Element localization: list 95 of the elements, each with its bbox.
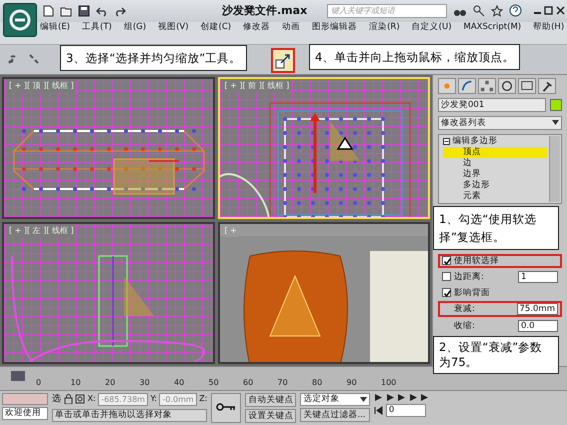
modifier-list-dropdown[interactable]: 修改器列表 <box>438 116 562 130</box>
new-file-icon[interactable] <box>42 4 54 17</box>
transform-mode-icon[interactable] <box>75 394 85 404</box>
check-icon <box>443 257 452 266</box>
modifier-item[interactable]: 编辑多边形 <box>452 136 498 147</box>
callout-note: 3、选择“选择并均匀缩放”工具。 <box>60 45 248 71</box>
menu-item[interactable]: 组(G) <box>124 22 146 33</box>
set-key-mode-button[interactable] <box>211 392 242 423</box>
field-label: 边距离: <box>454 272 484 282</box>
key-filters-button[interactable]: 关键点过滤器... <box>300 408 370 422</box>
auto-key-button[interactable]: 自动关键点 <box>245 392 296 406</box>
scrollbar[interactable] <box>549 136 560 202</box>
frame-field[interactable]: 0 <box>386 404 426 417</box>
app-logo[interactable] <box>3 3 37 37</box>
menu-item[interactable]: 渲染(R) <box>369 22 400 33</box>
checkbox[interactable] <box>442 288 451 298</box>
sub-object-item[interactable]: 边界 <box>443 168 547 180</box>
menu-item[interactable]: 编辑(E) <box>40 22 70 33</box>
maximize-icon[interactable] <box>544 6 553 16</box>
field-label: 影响背面 <box>454 288 490 298</box>
selection-label: 选 <box>52 392 61 406</box>
motion-icon[interactable] <box>498 78 516 94</box>
spinner-field[interactable]: 1 <box>518 270 558 283</box>
timeline-icon[interactable] <box>10 370 26 382</box>
menu-item[interactable]: MAXScript(M) <box>464 22 522 33</box>
tick-label: 20 <box>105 376 116 388</box>
viewport-label[interactable]: [ + ][ 左 ][ 线框 ] <box>7 224 76 237</box>
menu-item[interactable]: 工具(T) <box>82 22 112 33</box>
curve-icon[interactable] <box>458 78 476 94</box>
help-icon[interactable] <box>509 4 522 18</box>
key-mode-dropdown[interactable]: 选定对象 <box>300 392 370 406</box>
dropdown-arrow-icon <box>360 396 368 402</box>
lock-icon[interactable] <box>64 394 72 404</box>
check-icon <box>443 289 452 298</box>
viewport-label[interactable]: [ + ][ 前 ][ 线框 ] <box>222 80 292 92</box>
tick-label: 30 <box>140 376 150 388</box>
sub-object-item[interactable]: 边 <box>443 158 547 169</box>
hierarchy-icon[interactable] <box>478 78 496 94</box>
spinner-field[interactable]: 0.0 <box>518 320 558 332</box>
folder-icon[interactable] <box>60 4 72 17</box>
viewport[interactable]: [ + ][ 前 ][ 线框 ] <box>218 76 430 219</box>
close-icon[interactable] <box>556 6 564 16</box>
checkbox[interactable] <box>442 272 451 282</box>
tick-label: 90 <box>346 376 357 388</box>
tick-label: 10 <box>70 376 81 388</box>
save-icon[interactable] <box>78 4 90 17</box>
viewport[interactable]: [ + ][ 左 ][ 线框 ] <box>2 222 214 364</box>
window-title: 沙发凳文件.max <box>222 2 308 19</box>
undo-icon[interactable] <box>96 4 108 17</box>
field-label: 收缩: <box>454 320 475 331</box>
sub-object-item[interactable]: 顶点 <box>443 146 547 158</box>
menu-item[interactable]: 动画 <box>282 22 300 33</box>
tick-label: 50 <box>208 376 219 388</box>
display-icon[interactable] <box>518 78 536 94</box>
menu-item[interactable]: 创建(C) <box>200 22 232 33</box>
menu-item[interactable]: 图形编辑器 <box>312 22 358 33</box>
color-swatch[interactable] <box>550 98 562 111</box>
object-name-field[interactable]: 沙发凳001 <box>438 98 546 112</box>
dropdown-arrow-icon <box>552 120 559 126</box>
hammer-icon[interactable] <box>538 78 556 94</box>
tick-label: 0 <box>36 376 42 388</box>
search-field[interactable]: 键入关键字或短语 <box>327 4 448 18</box>
callout-note: 1、勾选“使用软选择”复选框。 <box>433 206 559 250</box>
star-icon[interactable] <box>491 4 504 17</box>
viewport[interactable]: [ + ][ 顶 ][ 线框 ] <box>2 76 214 219</box>
tick-label: 100 <box>381 376 396 388</box>
menu-item[interactable]: 帮助(H) <box>533 22 564 33</box>
field-label: 使用软选择 <box>454 256 499 266</box>
key-mode-toggle-icon[interactable] <box>374 406 384 415</box>
prompt-text: 单击或单击并拖动以选择对象 <box>52 408 208 422</box>
welcome-field[interactable]: 欢迎使用 <box>2 407 48 420</box>
collapse-icon[interactable] <box>443 138 450 145</box>
viewport-label[interactable]: [ + ][ 顶 ][ 线框 ] <box>7 80 76 92</box>
callout-note: 4、单击并向上拖动鼠标，缩放顶点。 <box>309 44 520 70</box>
menu-item[interactable]: 视图(V) <box>158 22 189 33</box>
field-label: 衰减: <box>454 304 475 314</box>
axis-label: X: <box>88 393 96 406</box>
set-key-button[interactable]: 设置关键点 <box>245 409 296 423</box>
scale-icon <box>274 52 292 70</box>
sub-object-item[interactable]: 多边形 <box>443 180 547 191</box>
play-icon[interactable] <box>397 392 406 402</box>
callout-note: 2、设置“衰减”参数为75。 <box>433 336 559 374</box>
tick-label: 80 <box>312 376 322 388</box>
spinner-field[interactable]: 75.0mm <box>516 302 558 315</box>
tick-label: 70 <box>278 376 288 388</box>
tick-label: 40 <box>174 376 184 388</box>
checkbox[interactable] <box>442 256 451 266</box>
tick-label: 60 <box>243 376 254 388</box>
axis-label: Y: <box>150 393 157 406</box>
redo-icon[interactable] <box>114 4 126 17</box>
menu-item[interactable]: 修改器 <box>243 22 270 33</box>
scale-tool-button[interactable] <box>271 48 295 73</box>
menu-item[interactable]: 自定义(U) <box>412 22 452 33</box>
axis-label: Z: <box>199 393 208 406</box>
sub-object-item[interactable]: 元素 <box>443 190 547 202</box>
